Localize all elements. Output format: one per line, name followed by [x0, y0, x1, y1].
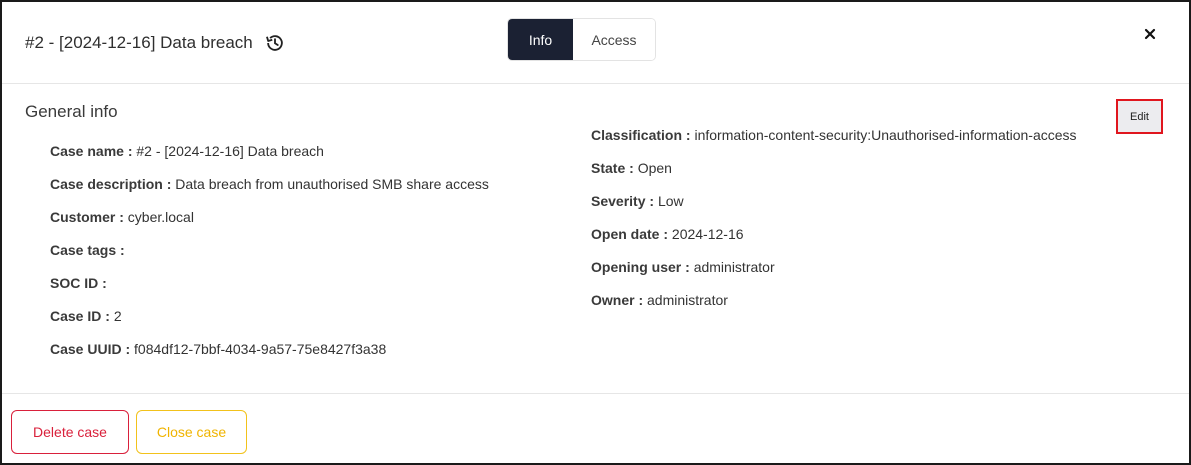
field-label: Opening user : [591, 259, 690, 275]
history-icon[interactable] [264, 32, 286, 54]
field-classification: Classification : information-content-sec… [591, 127, 1077, 143]
field-opening-user: Opening user : administrator [591, 259, 775, 275]
field-label: Case name : [50, 143, 133, 159]
field-value: #2 - [2024-12-16] Data breach [136, 143, 324, 159]
field-label: Case UUID : [50, 341, 131, 357]
field-label: Owner : [591, 292, 644, 308]
field-label: State : [591, 160, 634, 176]
footer-divider [2, 393, 1189, 394]
field-owner: Owner : administrator [591, 292, 728, 308]
field-customer: Customer : cyber.local [50, 209, 194, 225]
field-case-uuid: Case UUID : f084df12-7bbf-4034-9a57-75e8… [50, 341, 386, 357]
close-icon[interactable] [1142, 26, 1158, 42]
field-label: SOC ID : [50, 275, 107, 291]
field-case-tags: Case tags : [50, 242, 125, 258]
field-label: Case description : [50, 176, 172, 192]
field-state: State : Open [591, 160, 672, 176]
field-case-name: Case name : #2 - [2024-12-16] Data breac… [50, 143, 324, 159]
case-modal: #2 - [2024-12-16] Data breach Info Acces… [0, 0, 1191, 465]
field-label: Open date : [591, 226, 669, 242]
field-label: Severity : [591, 193, 655, 209]
field-case-id: Case ID : 2 [50, 308, 122, 324]
section-title: General info [25, 102, 118, 121]
field-soc-id: SOC ID : [50, 275, 107, 291]
field-open-date: Open date : 2024-12-16 [591, 226, 744, 242]
tab-info[interactable]: Info [508, 19, 573, 60]
field-value: Open [637, 160, 672, 176]
tab-access[interactable]: Access [573, 19, 655, 60]
close-case-button[interactable]: Close case [136, 410, 247, 454]
field-value: administrator [647, 292, 728, 308]
field-label: Customer : [50, 209, 124, 225]
field-label: Classification : [591, 127, 691, 143]
field-label: Case ID : [50, 308, 110, 324]
field-case-description: Case description : Data breach from unau… [50, 176, 489, 192]
field-label: Case tags : [50, 242, 125, 258]
field-value: Data breach from unauthorised SMB share … [175, 176, 489, 192]
field-value: 2 [113, 308, 122, 324]
field-severity: Severity : Low [591, 193, 684, 209]
edit-button[interactable]: Edit [1116, 99, 1163, 134]
tab-bar: Info Access [507, 18, 656, 61]
field-value: administrator [693, 259, 775, 275]
field-value: information-content-security:Unauthorise… [694, 127, 1077, 143]
modal-header: #2 - [2024-12-16] Data breach Info Acces… [2, 2, 1189, 84]
delete-case-button[interactable]: Delete case [11, 410, 129, 454]
field-value: Low [657, 193, 684, 209]
field-value: cyber.local [127, 209, 194, 225]
field-value: 2024-12-16 [671, 226, 744, 242]
field-value: f084df12-7bbf-4034-9a57-75e8427f3a38 [134, 341, 387, 357]
case-title: #2 - [2024-12-16] Data breach [25, 33, 253, 52]
